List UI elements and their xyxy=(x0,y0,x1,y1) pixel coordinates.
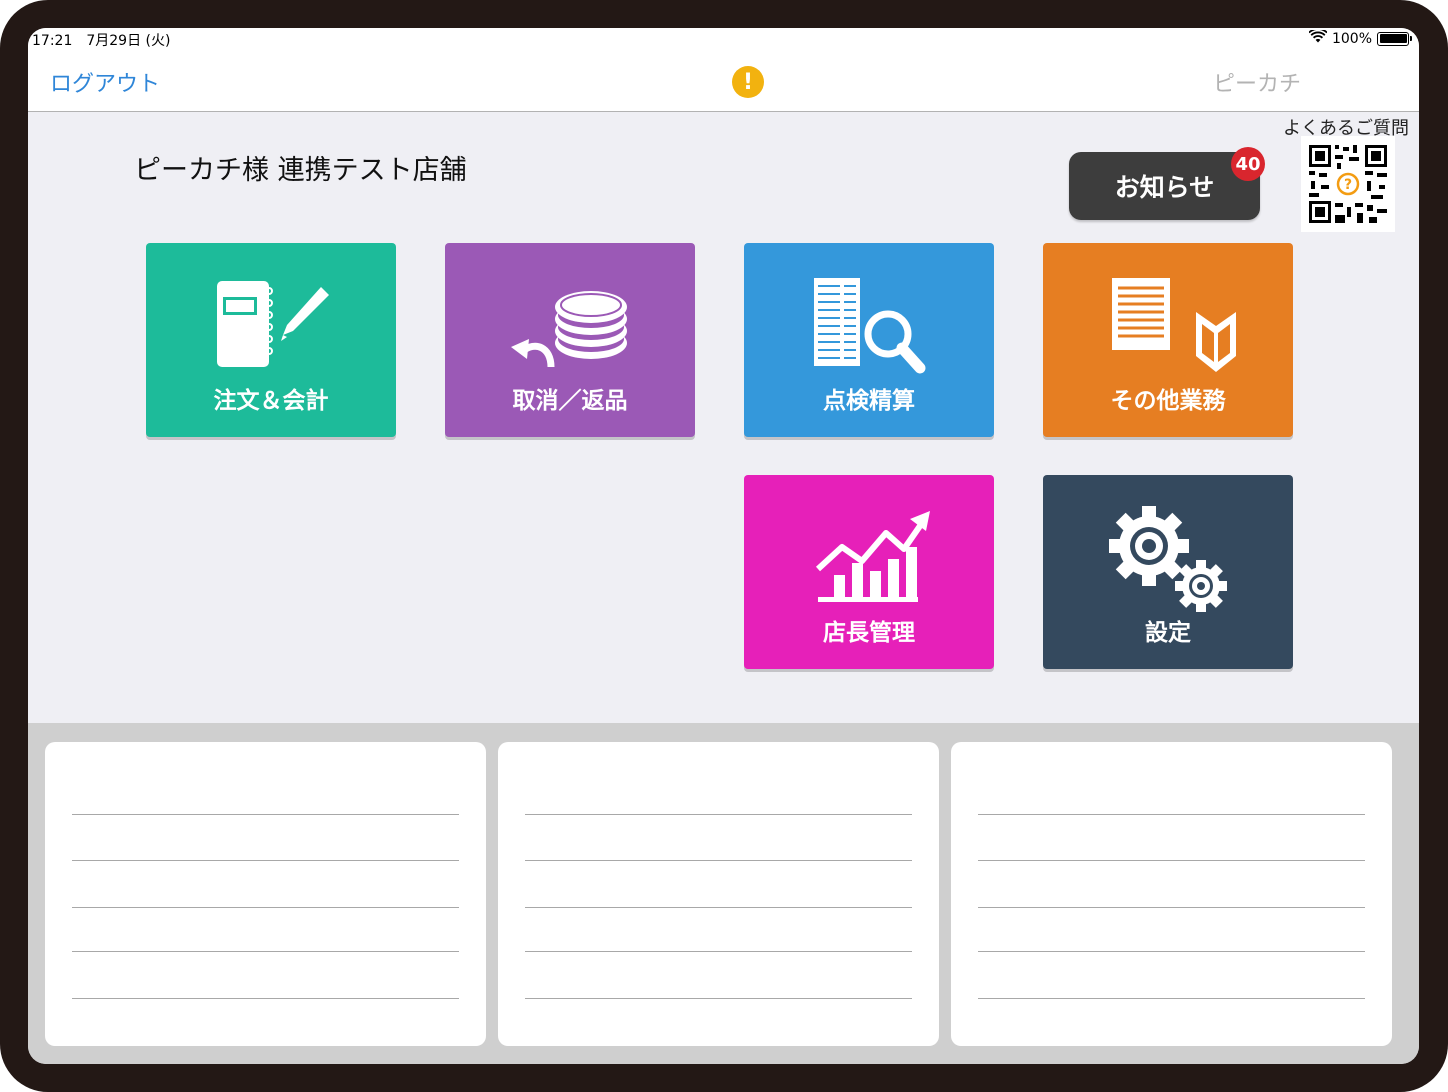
panel-divider xyxy=(978,814,1365,815)
summary-panel xyxy=(951,742,1392,1046)
coins-return-icon xyxy=(445,267,695,387)
gears-icon xyxy=(1043,499,1293,619)
device-frame: 17:21 7月29日 (火) 100% ログアウト ! ピーカチ よくあるご質… xyxy=(0,0,1448,1092)
document-beginner-mark-icon xyxy=(1043,267,1293,387)
panel-divider xyxy=(525,951,912,952)
notice-label: お知らせ xyxy=(1114,173,1215,202)
tile-settings[interactable]: 設定 xyxy=(1043,475,1293,669)
notice-count-badge: 40 xyxy=(1231,147,1265,181)
panel-divider xyxy=(72,860,459,861)
tile-label: 設定 xyxy=(1145,620,1191,646)
summary-area xyxy=(28,723,1419,1064)
summary-panel xyxy=(498,742,939,1046)
nav-bar: ログアウト ! ピーカチ xyxy=(28,50,1419,112)
panel-divider xyxy=(978,860,1365,861)
panel-divider xyxy=(978,907,1365,908)
panel-divider xyxy=(72,814,459,815)
panel-divider xyxy=(525,814,912,815)
status-indicators: 100% xyxy=(1308,28,1412,47)
report-search-icon xyxy=(744,267,994,387)
panel-divider xyxy=(978,998,1365,999)
tile-manager[interactable]: 店長管理 xyxy=(744,475,994,669)
panel-divider xyxy=(72,907,459,908)
tile-label: 注文＆会計 xyxy=(213,388,329,414)
tile-other-operations[interactable]: その他業務 xyxy=(1043,243,1293,437)
panel-divider xyxy=(72,998,459,999)
panel-divider xyxy=(978,951,1365,952)
panel-divider xyxy=(525,860,912,861)
notebook-pen-icon xyxy=(146,267,396,387)
growth-chart-icon xyxy=(744,499,994,619)
wifi-icon xyxy=(1308,28,1328,47)
panel-divider xyxy=(525,998,912,999)
tile-label: 取消／返品 xyxy=(512,388,628,414)
logout-button[interactable]: ログアウト xyxy=(50,66,160,98)
battery-percent: 100% xyxy=(1331,30,1372,47)
summary-panel xyxy=(45,742,486,1046)
tile-inspection-settlement[interactable]: 点検精算 xyxy=(744,243,994,437)
store-name: ピーカチ様 連携テスト店舗 xyxy=(134,155,467,186)
app-title: ピーカチ xyxy=(1212,72,1301,97)
status-time: 17:21 7月29日 (火) xyxy=(32,33,171,49)
battery-icon xyxy=(1377,31,1412,46)
panel-divider xyxy=(525,907,912,908)
tile-label: 点検精算 xyxy=(823,388,915,414)
panel-divider xyxy=(72,951,459,952)
tile-label: 店長管理 xyxy=(823,620,915,646)
screen: 17:21 7月29日 (火) 100% ログアウト ! ピーカチ よくあるご質… xyxy=(28,28,1419,1064)
status-bar: 17:21 7月29日 (火) 100% xyxy=(28,28,1419,50)
svg-text:?: ? xyxy=(1344,177,1352,193)
tile-label: その他業務 xyxy=(1110,388,1226,414)
tile-cancel-return[interactable]: 取消／返品 xyxy=(445,243,695,437)
tile-order-checkout[interactable]: 注文＆会計 xyxy=(146,243,396,437)
alert-icon[interactable]: ! xyxy=(732,66,764,98)
faq-qr-code[interactable]: ? xyxy=(1301,136,1395,232)
qr-code-icon: ? xyxy=(1309,145,1387,223)
